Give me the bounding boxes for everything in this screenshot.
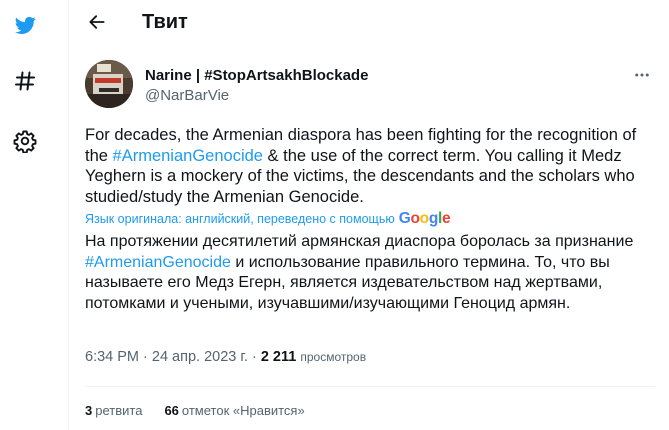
header-bar: Твит [69, 0, 669, 46]
likes-label: отметок «Нравится» [181, 403, 305, 418]
tweet-text-part: На протяжении десятилетий армянская диас… [85, 233, 634, 250]
main-column: Твит Narine | #StopArtsakhBlockade @NarB… [68, 0, 669, 430]
tweet-text-original: For decades, the Armenian diaspora has b… [85, 125, 659, 208]
tweet-timestamp[interactable]: 6:34 PM · 24 апр. 2023 г. · [85, 349, 261, 365]
more-options-icon[interactable] [629, 62, 655, 88]
gear-icon[interactable] [8, 124, 42, 158]
tweet-text-translated: На протяжении десятилетий армянская диас… [85, 232, 659, 315]
translation-attribution: Язык оригинала: английский, переведено с… [85, 210, 451, 228]
likes-count: 66 [164, 403, 179, 418]
views-label: просмотров [300, 350, 367, 364]
back-arrow-icon[interactable] [83, 8, 111, 36]
translation-note: Язык оригинала: английский, переведено с… [85, 212, 395, 226]
likes-link[interactable]: 66 отметок «Нравится» [164, 403, 304, 418]
page-title: Твит [142, 11, 188, 33]
sidebar [0, 0, 68, 430]
tweet-meta: 6:34 PM · 24 апр. 2023 г. · 2 211 просмо… [85, 349, 366, 365]
divider [85, 386, 655, 387]
hashtag-link[interactable]: #ArmenianGenocide [113, 147, 263, 165]
retweets-label: ретвита [95, 403, 143, 418]
engagement-stats: 3 ретвита 66 отметок «Нравится» [85, 403, 305, 418]
twitter-bird-icon[interactable] [8, 8, 42, 42]
google-logo: Google [398, 210, 451, 227]
author-handle[interactable]: @NarBarVie [145, 87, 229, 104]
views-count: 2 211 [260, 349, 297, 365]
retweets-link[interactable]: 3 ретвита [85, 403, 142, 418]
retweets-count: 3 [85, 403, 93, 418]
hashtag-link[interactable]: #ArmenianGenocide [85, 254, 231, 271]
hashtag-icon[interactable] [8, 64, 42, 98]
author-name[interactable]: Narine | #StopArtsakhBlockade [145, 67, 368, 84]
avatar[interactable] [85, 60, 133, 108]
